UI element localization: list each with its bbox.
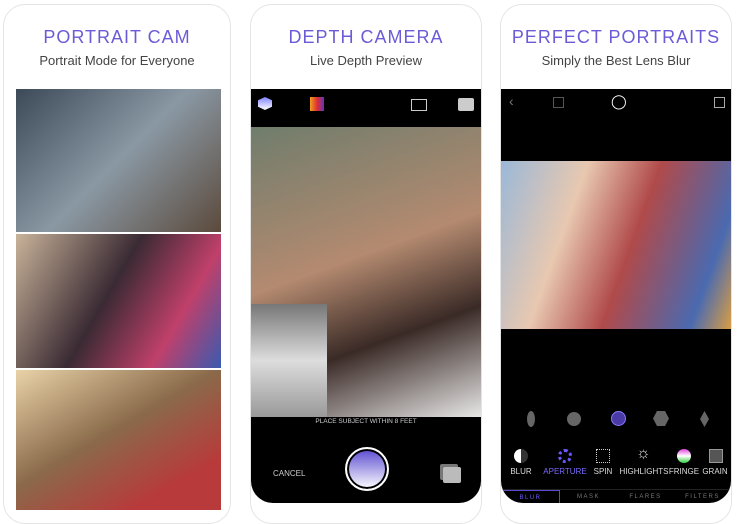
depth-map-preview: [251, 304, 327, 417]
card-subtitle: Portrait Mode for Everyone: [39, 53, 195, 68]
share-icon[interactable]: [714, 97, 725, 108]
compare-icon[interactable]: [553, 97, 564, 108]
card-depth-camera: DEPTH CAMERA Live Depth Preview PLACE SU…: [250, 4, 482, 524]
card-subtitle: Simply the Best Lens Blur: [541, 53, 691, 68]
card-title: PERFECT PORTRAITS: [511, 27, 721, 47]
tool-label-blur: BLUR: [510, 467, 532, 476]
card-title: DEPTH CAMERA: [288, 27, 444, 47]
aperture-tool-icon[interactable]: [558, 449, 572, 463]
photo-selfie-man: [16, 370, 221, 510]
cancel-button[interactable]: CANCEL: [273, 469, 305, 478]
blur-tool-icon[interactable]: [514, 449, 528, 463]
card-perfect-portraits: PERFECT PORTRAITS Simply the Best Lens B…: [500, 4, 732, 524]
shape-circle-selected[interactable]: [611, 411, 626, 426]
highlights-tool-icon[interactable]: ☼: [636, 445, 651, 463]
subject-hint: PLACE SUBJECT WITHIN 8 FEET: [315, 418, 417, 425]
camera-screen: PLACE SUBJECT WITHIN 8 FEET CANCEL: [251, 89, 481, 503]
back-icon[interactable]: ‹: [509, 93, 514, 109]
edited-photo: [501, 161, 731, 329]
tab-flares[interactable]: FLARES: [617, 490, 674, 503]
cube-icon[interactable]: [258, 97, 272, 110]
pip-icon[interactable]: [411, 99, 427, 111]
depth-map-icon[interactable]: [310, 97, 324, 111]
person-icon[interactable]: ◯: [611, 93, 627, 110]
grain-tool-icon[interactable]: [709, 449, 723, 463]
shape-diamond[interactable]: [700, 411, 709, 427]
tab-bar: BLUR MASK FLARES FILTERS: [501, 489, 731, 503]
shape-hexagon[interactable]: [653, 411, 669, 426]
tab-filters[interactable]: FILTERS: [674, 490, 731, 503]
shape-ellipse[interactable]: [527, 411, 535, 427]
fringe-tool-icon[interactable]: [677, 449, 691, 463]
camera-flip-icon[interactable]: [458, 98, 474, 111]
photo-skater: [16, 89, 221, 232]
gallery-icon[interactable]: [443, 467, 461, 483]
tab-blur[interactable]: BLUR: [501, 490, 560, 503]
spin-tool-icon[interactable]: [596, 449, 610, 463]
photo-selfie-woman: [16, 234, 221, 368]
card-subtitle: Live Depth Preview: [310, 53, 422, 68]
tool-label-grain: GRAIN: [702, 467, 728, 476]
shape-circle[interactable]: [567, 412, 581, 426]
editor-screen: ‹ ◯ ☼ BLUR APERTURE SPIN HIGHLIGHTS FRIN…: [501, 89, 731, 503]
card-title: PORTRAIT CAM: [43, 27, 191, 47]
card-portrait-cam: PORTRAIT CAM Portrait Mode for Everyone: [3, 4, 231, 524]
tab-mask[interactable]: MASK: [560, 490, 617, 503]
shutter-button[interactable]: [345, 447, 389, 491]
